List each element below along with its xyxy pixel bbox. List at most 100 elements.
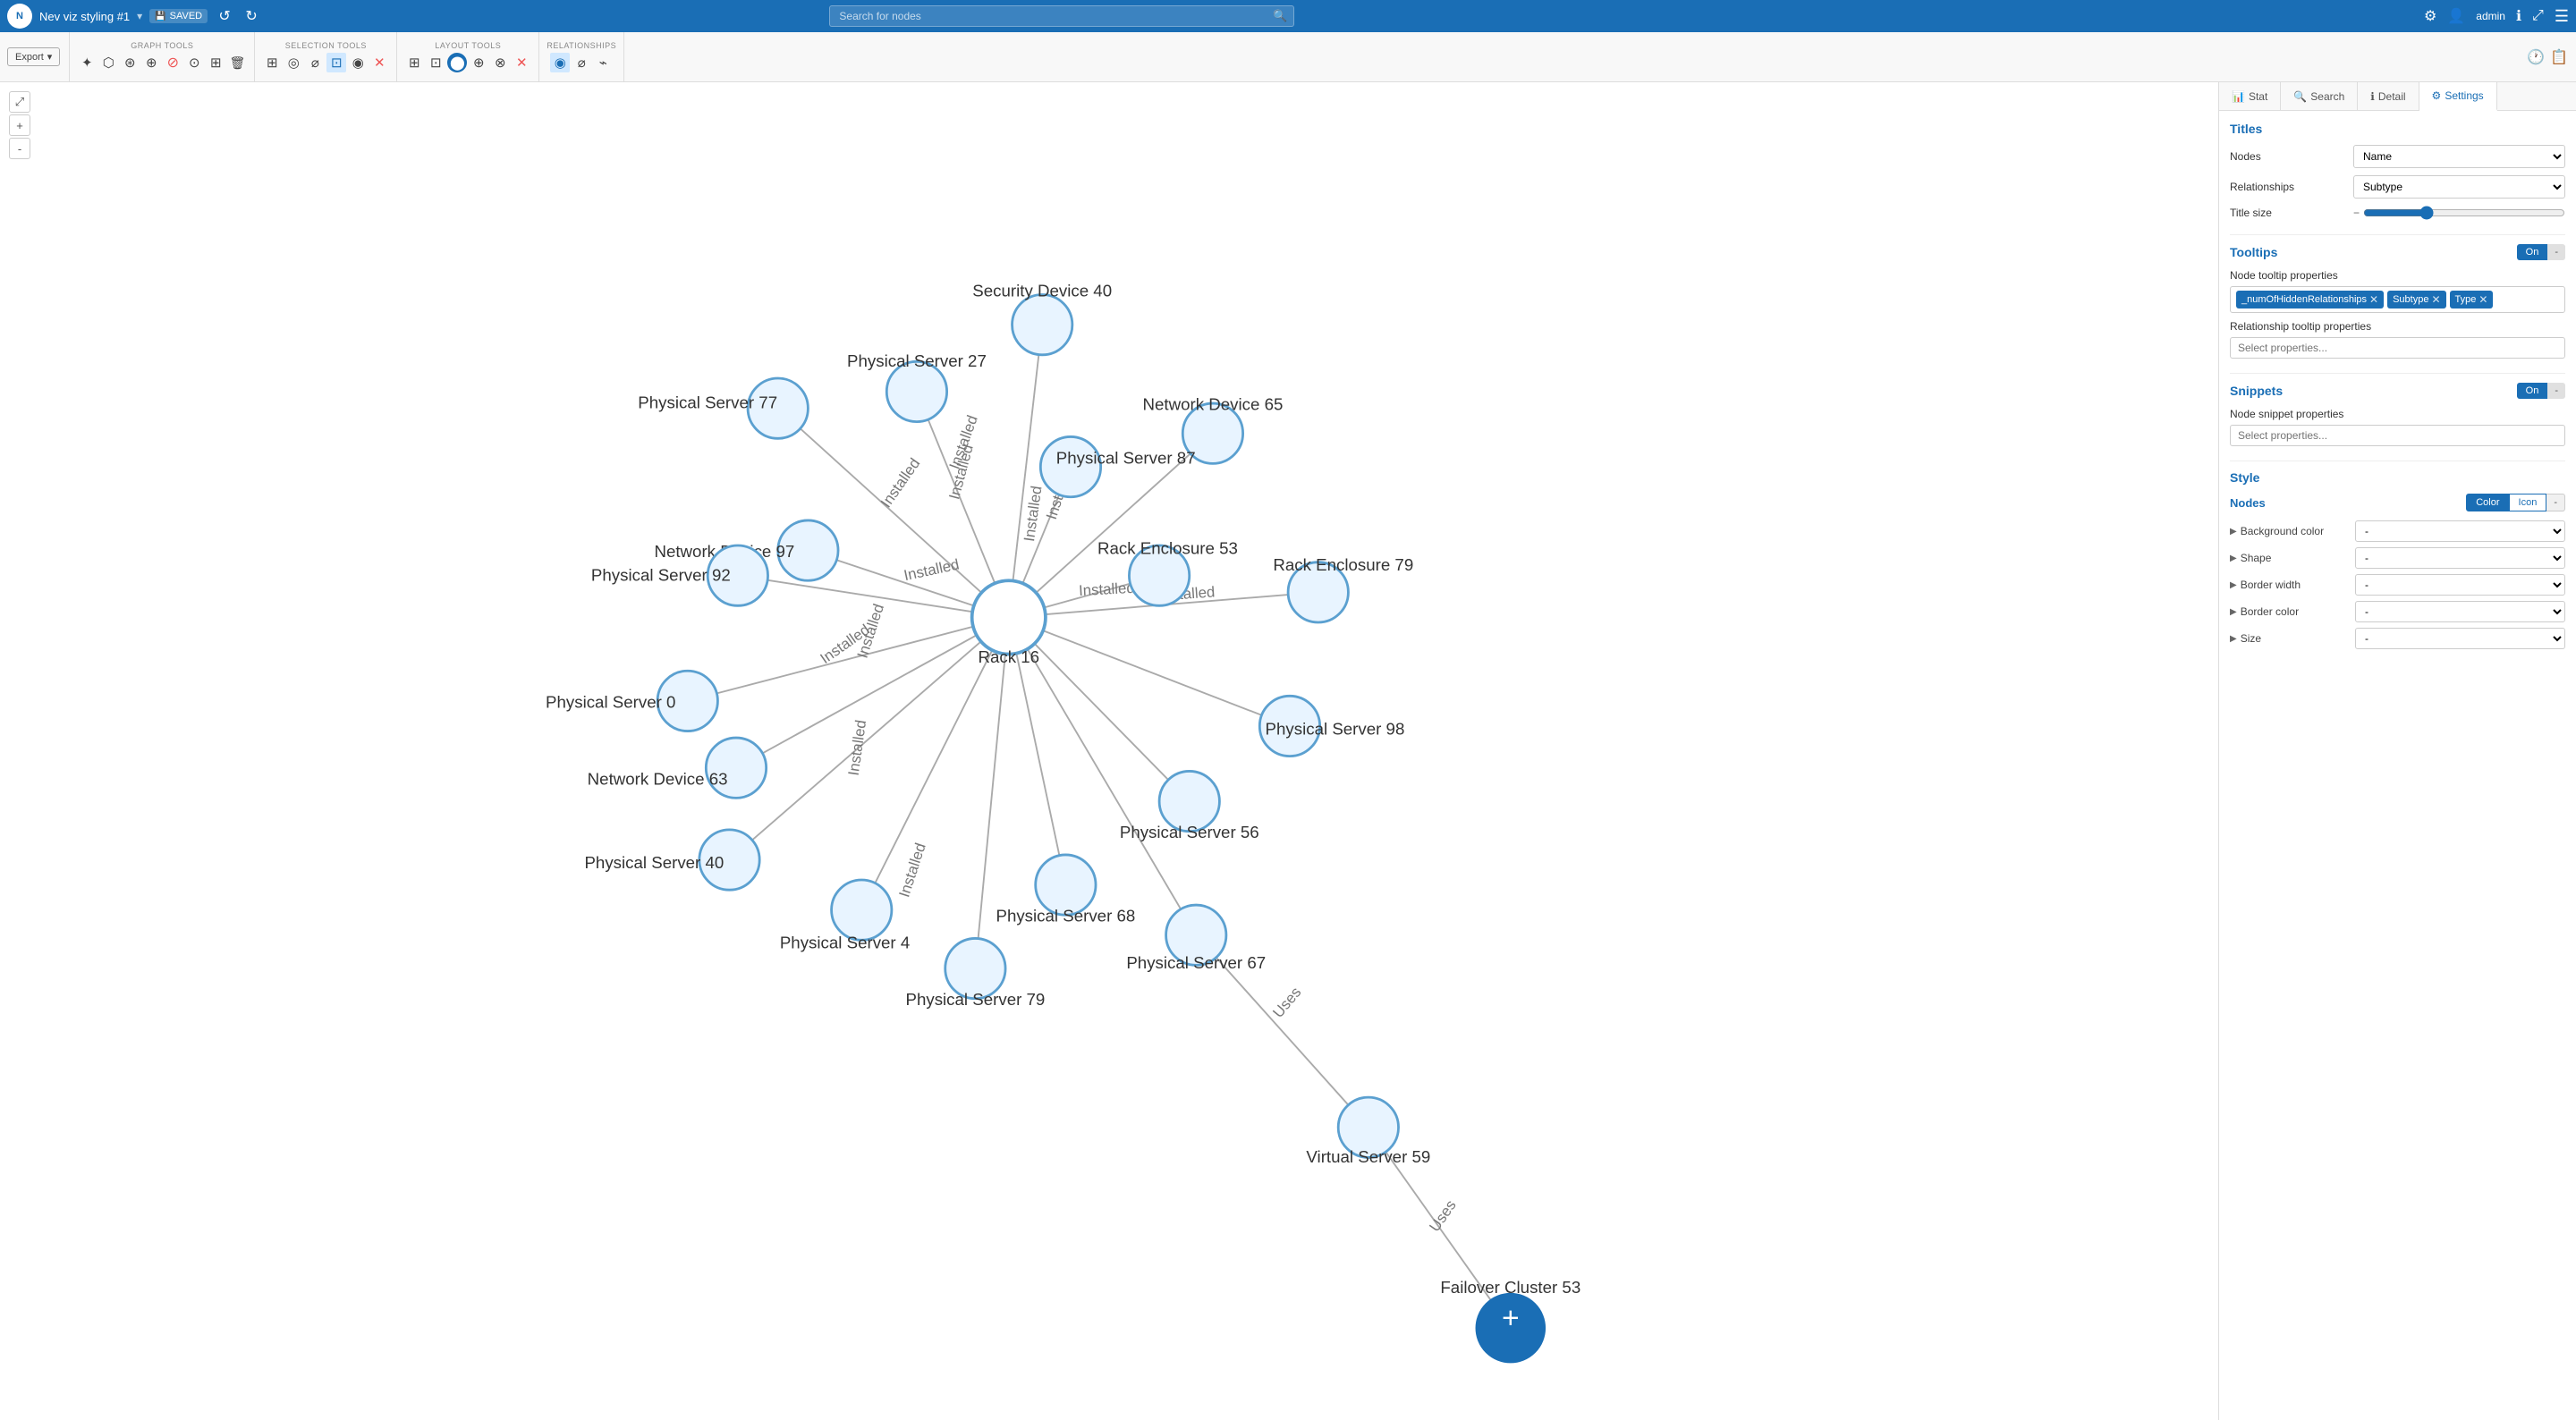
export-button[interactable]: Export ▾ xyxy=(7,47,60,66)
node-snippet-input[interactable] xyxy=(2230,425,2565,446)
shape-arrow: ▶ xyxy=(2230,554,2237,563)
rel-tool-2[interactable]: ⌀ xyxy=(572,53,591,72)
relationships-section: RELATIONSHIPS ◉ ⌀ ⌁ xyxy=(539,32,624,81)
graph-tool-6[interactable]: ⊙ xyxy=(184,53,204,72)
layout-tool-4[interactable]: ⊕ xyxy=(469,53,488,72)
style-nodes-row: Nodes Color Icon - xyxy=(2230,494,2565,511)
svg-text:Installed: Installed xyxy=(877,455,924,511)
svg-text:Virtual Server 59: Virtual Server 59 xyxy=(1306,1147,1430,1166)
icon-button[interactable]: Icon xyxy=(2510,494,2547,511)
title-caret[interactable]: ▾ xyxy=(137,10,142,22)
fullscreen-button[interactable]: ⤢ xyxy=(9,91,30,113)
svg-text:Rack 16: Rack 16 xyxy=(979,647,1040,666)
graph-tool-delete[interactable]: 🗑 xyxy=(227,53,247,72)
title-size-slider[interactable] xyxy=(2363,206,2565,220)
detail-icon: ℹ xyxy=(2370,90,2375,103)
layout-tool-1[interactable]: ⊞ xyxy=(404,53,424,72)
svg-text:Physical Server 77: Physical Server 77 xyxy=(638,393,777,412)
settings-icon[interactable]: ⚙ xyxy=(2424,7,2436,25)
graph-tool-1[interactable]: ✦ xyxy=(77,53,97,72)
tooltips-dash-button[interactable]: - xyxy=(2547,244,2565,260)
layout-tool-3[interactable]: ⬤ xyxy=(447,53,467,72)
titles-heading: Titles xyxy=(2230,122,2565,136)
graph-canvas[interactable]: ⤢ + - xyxy=(0,82,2218,1420)
svg-text:Physical Server 98: Physical Server 98 xyxy=(1266,719,1405,738)
undo-button[interactable]: ↺ xyxy=(215,6,234,26)
tooltips-on-button[interactable]: On xyxy=(2517,244,2548,260)
shape-select[interactable]: - xyxy=(2355,547,2565,569)
svg-text:Installed: Installed xyxy=(1021,485,1046,543)
user-icon[interactable]: 👤 xyxy=(2447,7,2465,25)
sel-tool-4[interactable]: ⊡ xyxy=(326,53,346,72)
nodes-row: Nodes Name xyxy=(2230,145,2565,168)
nodes[interactable]: Rack 16 Security Device 40 Physical Serv… xyxy=(546,281,1580,1361)
zoom-in-button[interactable]: + xyxy=(9,114,30,136)
nodes-select[interactable]: Name xyxy=(2353,145,2565,168)
layout-tool-6[interactable]: ✕ xyxy=(512,53,531,72)
tag-subtype-close[interactable]: ✕ xyxy=(2431,293,2440,306)
help-icon[interactable]: ℹ xyxy=(2516,7,2521,25)
node-snippet-row: Node snippet properties xyxy=(2230,408,2565,446)
svg-text:Installed: Installed xyxy=(845,719,870,777)
snippets-heading: Snippets xyxy=(2230,384,2517,398)
layout-tool-2[interactable]: ⊡ xyxy=(426,53,445,72)
svg-text:Physical Server 79: Physical Server 79 xyxy=(906,990,1046,1009)
relationships-row: Relationships Subtype xyxy=(2230,175,2565,199)
nodes-label: Nodes xyxy=(2230,150,2346,163)
logo-text: N xyxy=(16,11,23,21)
stat-icon: 📊 xyxy=(2232,90,2245,103)
history-button[interactable]: 🕐 xyxy=(2526,47,2546,67)
node-tooltip-tags: _numOfHiddenRelationships ✕ Subtype ✕ Ty… xyxy=(2230,286,2565,313)
snippets-on-button[interactable]: On xyxy=(2517,383,2548,399)
svg-text:Rack Enclosure 79: Rack Enclosure 79 xyxy=(1273,555,1413,574)
tab-search[interactable]: 🔍 Search xyxy=(2281,82,2358,110)
sel-tool-2[interactable]: ◎ xyxy=(284,53,303,72)
search-input[interactable] xyxy=(829,5,1294,27)
style-nodes-btn-group: Color Icon - xyxy=(2466,494,2565,511)
sel-tool-6[interactable]: ✕ xyxy=(369,53,389,72)
bg-color-select[interactable]: - xyxy=(2355,520,2565,542)
rel-tool-1[interactable]: ◉ xyxy=(550,53,570,72)
sel-tool-1[interactable]: ⊞ xyxy=(262,53,282,72)
relationships-select[interactable]: Subtype xyxy=(2353,175,2565,199)
zoom-out-button[interactable]: - xyxy=(9,138,30,159)
sel-tool-3[interactable]: ⌀ xyxy=(305,53,325,72)
tab-detail[interactable]: ℹ Detail xyxy=(2358,82,2419,110)
color-button[interactable]: Color xyxy=(2466,494,2509,511)
tab-settings[interactable]: ⚙ Settings xyxy=(2419,82,2497,111)
tag-num-hidden-close[interactable]: ✕ xyxy=(2369,293,2378,306)
expand-icon[interactable]: ⤢ xyxy=(2532,8,2544,24)
tab-stat[interactable]: 📊 Stat xyxy=(2219,82,2281,110)
rel-tooltip-input[interactable] xyxy=(2230,337,2565,359)
border-color-select[interactable]: - xyxy=(2355,601,2565,622)
graph-tool-5[interactable]: ⊘ xyxy=(163,53,182,72)
stat-label: Stat xyxy=(2249,90,2267,103)
graph-tool-7[interactable]: ⊞ xyxy=(206,53,225,72)
graph-tool-3[interactable]: ⊛ xyxy=(120,53,140,72)
layout-tool-5[interactable]: ⊗ xyxy=(490,53,510,72)
border-color-arrow: ▶ xyxy=(2230,607,2237,617)
tag-type-close[interactable]: ✕ xyxy=(2479,293,2487,306)
panel-tabs: 📊 Stat 🔍 Search ℹ Detail ⚙ Settings xyxy=(2219,82,2576,111)
divider-1 xyxy=(2230,234,2565,235)
menu-icon[interactable]: ☰ xyxy=(2555,7,2569,26)
relationships-label: Relationships xyxy=(2230,181,2346,193)
size-select[interactable]: - xyxy=(2355,628,2565,649)
graph-tool-2[interactable]: ⬡ xyxy=(98,53,118,72)
node-tooltip-label: Node tooltip properties xyxy=(2230,269,2565,282)
redo-button[interactable]: ↻ xyxy=(242,6,261,26)
svg-text:Physical Server 0: Physical Server 0 xyxy=(546,692,675,711)
title-size-row: Title size − xyxy=(2230,206,2565,220)
svg-text:Physical Server 4: Physical Server 4 xyxy=(780,934,910,952)
rel-tool-3[interactable]: ⌁ xyxy=(593,53,613,72)
graph-tool-4[interactable]: ⊕ xyxy=(141,53,161,72)
snippets-dash-button[interactable]: - xyxy=(2547,383,2565,399)
svg-text:Network Device 65: Network Device 65 xyxy=(1143,395,1284,414)
style-dash-button[interactable]: - xyxy=(2546,494,2565,511)
saved-badge: 💾 SAVED xyxy=(149,9,208,23)
tag-num-hidden: _numOfHiddenRelationships ✕ xyxy=(2236,291,2384,309)
svg-text:Installed: Installed xyxy=(895,841,928,899)
sel-tool-5[interactable]: ◉ xyxy=(348,53,368,72)
border-width-select[interactable]: - xyxy=(2355,574,2565,596)
list-button[interactable]: 📋 xyxy=(2549,47,2569,67)
